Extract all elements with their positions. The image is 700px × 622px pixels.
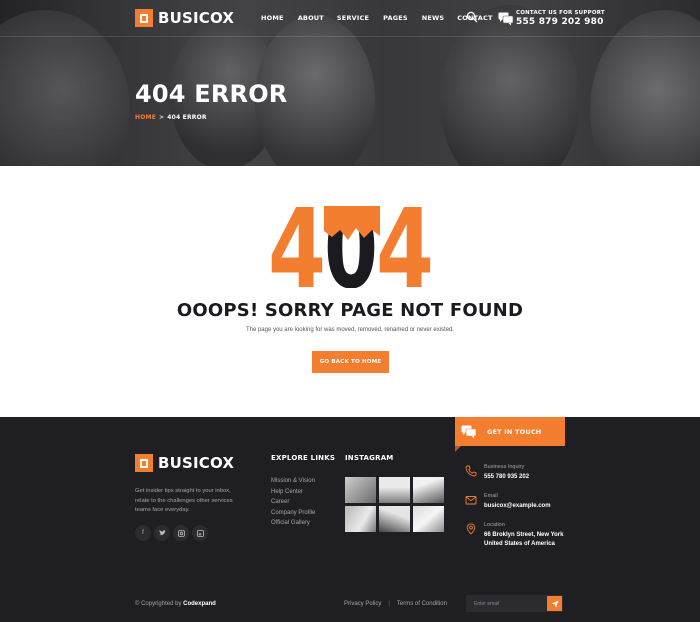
twitter-icon[interactable] — [154, 525, 170, 541]
nav-about[interactable]: ABOUT — [298, 14, 324, 22]
hero-banner: BUSICOX HOME ABOUT SERVICE PAGES NEWS CO… — [0, 0, 700, 166]
chat-icon — [461, 425, 477, 438]
copyright-brand[interactable]: Codexpand — [183, 601, 216, 607]
newsletter-send-button[interactable] — [547, 596, 562, 611]
location-icon — [466, 523, 476, 535]
contact-value[interactable]: busicox@example.com — [484, 502, 551, 511]
footer-logo[interactable]: BUSICOX — [135, 454, 234, 472]
logo-icon — [135, 454, 153, 472]
copyright-text: © Copyrighted by — [135, 601, 182, 607]
footer-about-text: Get insider tips straight to your inbox,… — [135, 488, 233, 514]
error-code-right: 4 — [376, 206, 434, 288]
contact-label: Business Inquiry — [484, 464, 525, 470]
error-description: The page you are looking for was moved, … — [245, 327, 455, 333]
contact-value[interactable]: 555 780 935 202 — [484, 473, 529, 482]
instagram-photo[interactable] — [413, 477, 444, 503]
top-navbar: BUSICOX HOME ABOUT SERVICE PAGES NEWS CO… — [0, 0, 700, 37]
breadcrumb-separator: > — [159, 114, 165, 121]
instagram-photo[interactable] — [345, 506, 376, 532]
contact-label: Email — [484, 493, 498, 499]
footer-link[interactable]: Help Center — [271, 489, 315, 495]
copyright: © Copyrighted by Codexpand — [135, 601, 216, 607]
breadcrumb: HOME >404 ERROR — [135, 114, 207, 121]
contact-value: 66 Broklyn Street, New York United State… — [484, 532, 564, 548]
go-home-button[interactable]: GO BACK TO HOME — [312, 351, 389, 373]
footer-link[interactable]: Mission & Vision — [271, 478, 315, 484]
get-in-touch-label: GET IN TOUCH — [487, 427, 542, 436]
email-icon — [465, 496, 477, 505]
main-nav: HOME ABOUT SERVICE PAGES NEWS CONTACT — [261, 14, 493, 22]
instagram-photo[interactable] — [379, 477, 410, 503]
instagram-photo[interactable] — [379, 506, 410, 532]
newsletter-email-input[interactable] — [466, 600, 546, 607]
send-icon — [551, 600, 558, 607]
footer-link[interactable]: Company Profile — [271, 510, 315, 516]
instagram-gallery — [345, 477, 444, 532]
facebook-icon[interactable]: f — [135, 525, 151, 541]
contact-label: Location — [484, 522, 505, 528]
legal-separator: | — [388, 601, 390, 607]
explore-links-heading: EXPLORE LINKS — [271, 454, 336, 462]
brand-name: BUSICOX — [158, 9, 235, 27]
instagram-photo[interactable] — [345, 477, 376, 503]
breadcrumb-home[interactable]: HOME — [135, 114, 156, 121]
get-in-touch-header: GET IN TOUCH — [455, 417, 565, 446]
error-title: OOOPS! SORRY PAGE NOT FOUND — [176, 300, 524, 321]
breadcrumb-current: 404 ERROR — [167, 114, 207, 121]
explore-links-list: Mission & Vision Help Center Career Comp… — [271, 478, 315, 531]
instagram-heading: INSTAGRAM — [345, 454, 394, 462]
privacy-policy-link[interactable]: Privacy Policy — [344, 601, 381, 607]
brand-logo[interactable]: BUSICOX — [135, 9, 234, 27]
search-icon[interactable] — [466, 11, 478, 23]
footer-link[interactable]: Official Gallery — [271, 520, 315, 526]
instagram-photo[interactable] — [413, 506, 444, 532]
social-links: f — [135, 525, 211, 541]
contact-phone: Business Inquiry 555 780 935 202 — [465, 464, 529, 482]
support-phone[interactable]: 555 879 202 980 — [516, 17, 605, 27]
contact-location: Location 66 Broklyn Street, New York Uni… — [465, 522, 569, 550]
footer-link[interactable]: Career — [271, 499, 315, 505]
legal-links: Privacy Policy | Terms of Condition — [344, 601, 447, 607]
nav-pages[interactable]: PAGES — [383, 14, 408, 22]
error-code-left: 4 — [268, 206, 326, 288]
terms-link[interactable]: Terms of Condition — [397, 601, 447, 607]
nav-news[interactable]: NEWS — [422, 14, 445, 22]
instagram-icon[interactable] — [173, 525, 189, 541]
footer-brand-name: BUSICOX — [158, 454, 235, 472]
linkedin-icon[interactable] — [192, 525, 208, 541]
nav-home[interactable]: HOME — [261, 14, 284, 22]
support-label: CONTACT US FOR SUPPORT — [516, 10, 605, 16]
support-contact: CONTACT US FOR SUPPORT 555 879 202 980 — [498, 10, 605, 27]
phone-icon — [465, 465, 477, 477]
nav-service[interactable]: SERVICE — [337, 14, 369, 22]
error-code-graphic: 4 0 4 — [268, 206, 434, 288]
page-title: 404 ERROR — [135, 80, 288, 108]
logo-icon — [135, 9, 153, 27]
chat-icon — [498, 12, 514, 26]
contact-email: Email busicox@example.com — [465, 493, 551, 511]
